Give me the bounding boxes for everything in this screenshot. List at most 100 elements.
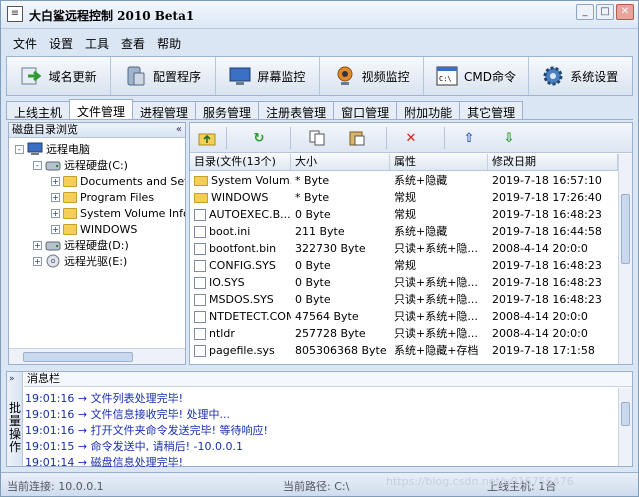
file-modified: 2019-7-18 16:48:23	[492, 276, 602, 289]
column-header-name[interactable]: 目录(文件(13个)	[190, 154, 291, 170]
settings-gear-icon	[543, 66, 563, 86]
file-name: pagefile.sys	[209, 344, 275, 357]
table-row[interactable]: IO.SYS 0 Byte 只读+系统+隐... 2019-7-18 16:48…	[190, 274, 618, 291]
scroll-thumb[interactable]	[621, 402, 630, 426]
main-toolbar: 域名更新 配置程序 屏幕监控 视频监控 C:\ CMD命令 系统设置	[6, 56, 633, 96]
tree-toggle[interactable]: +	[33, 256, 42, 266]
file-name: IO.SYS	[209, 276, 245, 289]
tab-file-manager[interactable]: 文件管理	[69, 99, 134, 120]
table-row[interactable]: boot.ini 211 Byte 系统+隐藏 2019-7-18 16:44:…	[190, 223, 618, 240]
menu-file[interactable]: 文件	[7, 33, 43, 53]
menu-help[interactable]: 帮助	[151, 33, 187, 53]
file-name: WINDOWS	[211, 191, 269, 204]
column-header-attributes[interactable]: 属性	[390, 154, 488, 170]
tree-toggle[interactable]: -	[15, 144, 24, 154]
monitor-icon	[229, 67, 251, 85]
log-line: 19:01:15 → 命令发送中, 请稍后! -10.0.0.1	[25, 440, 243, 453]
main-window: ≡ 大白鲨远程控制 2010 Beta1 _ □ ✕ 文件 设置 工具 查看 帮…	[0, 0, 639, 497]
screen-monitor-button[interactable]: 屏幕监控	[216, 57, 320, 95]
table-row[interactable]: ntldr 257728 Byte 只读+系统+隐... 2008-4-14 2…	[190, 325, 618, 342]
column-header-size[interactable]: 大小	[291, 154, 390, 170]
scroll-thumb[interactable]	[621, 194, 630, 264]
tree-toggle[interactable]: +	[51, 176, 60, 186]
tree-node-program-files[interactable]: + Program Files	[51, 189, 154, 205]
tab-process-manager[interactable]: 进程管理	[132, 101, 197, 120]
tab-other-manager[interactable]: 其它管理	[459, 101, 524, 120]
batch-operation-sidebar[interactable]: » 批量操作	[7, 372, 23, 466]
collapse-message-icon[interactable]: »	[9, 374, 15, 384]
tree-label: System Volume Infor	[80, 206, 185, 220]
column-header-modified[interactable]: 修改日期	[488, 154, 618, 170]
hard-drive-icon	[45, 161, 61, 171]
tab-extra-functions[interactable]: 附加功能	[396, 101, 461, 120]
tree-node-documents[interactable]: + Documents and Sett	[51, 173, 185, 189]
table-row[interactable]: WINDOWS * Byte 常规 2019-7-18 17:26:40	[190, 189, 618, 206]
message-vertical-scrollbar[interactable]	[618, 388, 632, 466]
file-name: NTDETECT.COM	[209, 310, 291, 323]
tree-toggle[interactable]: +	[51, 224, 60, 234]
copy-icon	[309, 130, 325, 146]
window-icon[interactable]: ≡	[7, 6, 23, 22]
tree-toggle[interactable]: -	[33, 160, 42, 170]
table-row[interactable]: MSDOS.SYS 0 Byte 只读+系统+隐... 2019-7-18 16…	[190, 291, 618, 308]
refresh-button[interactable]: ↻	[248, 128, 270, 148]
scroll-thumb[interactable]	[23, 352, 133, 362]
tree-toggle[interactable]: +	[33, 240, 42, 250]
cmd-label: CMD命令	[463, 69, 516, 84]
file-name: AUTOEXEC.B...	[209, 208, 291, 221]
file-table-body: System Volum... * Byte 系统+隐藏 2019-7-18 1…	[190, 172, 618, 359]
tree-horizontal-scrollbar[interactable]	[9, 348, 185, 364]
tree-node-drive-e[interactable]: + 远程光驱(E:)	[33, 253, 127, 269]
paste-button[interactable]	[346, 128, 368, 148]
file-attributes: 常规	[394, 259, 416, 272]
tab-window-manager[interactable]: 窗口管理	[333, 101, 398, 120]
parent-folder-button[interactable]	[196, 128, 218, 148]
config-button[interactable]: 配置程序	[111, 57, 216, 95]
tab-online-hosts[interactable]: 上线主机	[6, 101, 71, 120]
cd-drive-icon	[46, 254, 60, 268]
tab-bar: 上线主机 文件管理 进程管理 服务管理 注册表管理 窗口管理 附加功能 其它管理	[6, 99, 524, 120]
file-size: 0 Byte	[295, 276, 331, 289]
system-settings-button[interactable]: 系统设置	[529, 57, 632, 95]
file-modified: 2008-4-14 20:0:0	[492, 310, 588, 323]
upload-button[interactable]: ⇧	[458, 128, 480, 148]
menu-tools[interactable]: 工具	[79, 33, 115, 53]
config-label: 配置程序	[152, 69, 201, 84]
close-icon[interactable]: ✕	[616, 4, 634, 20]
cmd-button[interactable]: C:\ CMD命令	[424, 57, 529, 95]
directory-tree: - 远程电脑 - 远程硬盘(C:) + Documents and Sett +…	[9, 138, 185, 346]
domain-update-button[interactable]: 域名更新	[7, 57, 112, 95]
tree-node-drive-d[interactable]: + 远程硬盘(D:)	[33, 237, 129, 253]
menu-settings[interactable]: 设置	[43, 33, 79, 53]
tab-service-manager[interactable]: 服务管理	[195, 101, 260, 120]
video-monitor-button[interactable]: 视频监控	[320, 57, 425, 95]
file-list-vertical-scrollbar[interactable]	[618, 154, 632, 364]
table-row[interactable]: CONFIG.SYS 0 Byte 常规 2019-7-18 16:48:23	[190, 257, 618, 274]
minimize-icon[interactable]: _	[576, 4, 594, 20]
download-button[interactable]: ⇩	[498, 128, 520, 148]
table-row[interactable]: NTDETECT.COM 47564 Byte 只读+系统+隐... 2008-…	[190, 308, 618, 325]
collapse-left-icon[interactable]: «	[176, 123, 182, 137]
maximize-icon[interactable]: □	[596, 4, 614, 20]
tree-toggle[interactable]: +	[51, 208, 60, 218]
menu-view[interactable]: 查看	[115, 33, 151, 53]
tree-node-remote-computer[interactable]: - 远程电脑	[15, 141, 90, 157]
delete-button[interactable]: ✕	[400, 128, 422, 148]
tree-node-windows[interactable]: + WINDOWS	[51, 221, 137, 237]
table-row[interactable]: System Volum... * Byte 系统+隐藏 2019-7-18 1…	[190, 172, 618, 189]
folder-icon	[63, 175, 77, 187]
tree-node-system-volume[interactable]: + System Volume Infor	[51, 205, 185, 221]
tree-node-drive-c[interactable]: - 远程硬盘(C:)	[33, 157, 128, 173]
table-row[interactable]: bootfont.bin 322730 Byte 只读+系统+隐... 2008…	[190, 240, 618, 257]
file-attributes: 只读+系统+隐...	[394, 327, 478, 340]
table-row[interactable]: AUTOEXEC.B... 0 Byte 常规 2019-7-18 16:48:…	[190, 206, 618, 223]
copy-button[interactable]	[306, 128, 328, 148]
table-row[interactable]: pagefile.sys 805306368 Byte 系统+隐藏+存档 201…	[190, 342, 618, 359]
title-bar[interactable]: ≡ 大白鲨远程控制 2010 Beta1 _ □ ✕	[1, 1, 638, 29]
file-icon	[194, 242, 206, 255]
tree-toggle[interactable]: +	[51, 192, 60, 202]
file-modified: 2019-7-18 16:57:10	[492, 174, 602, 187]
tab-registry-manager[interactable]: 注册表管理	[258, 101, 335, 120]
file-name: ntldr	[209, 327, 235, 340]
file-icon	[194, 208, 206, 221]
